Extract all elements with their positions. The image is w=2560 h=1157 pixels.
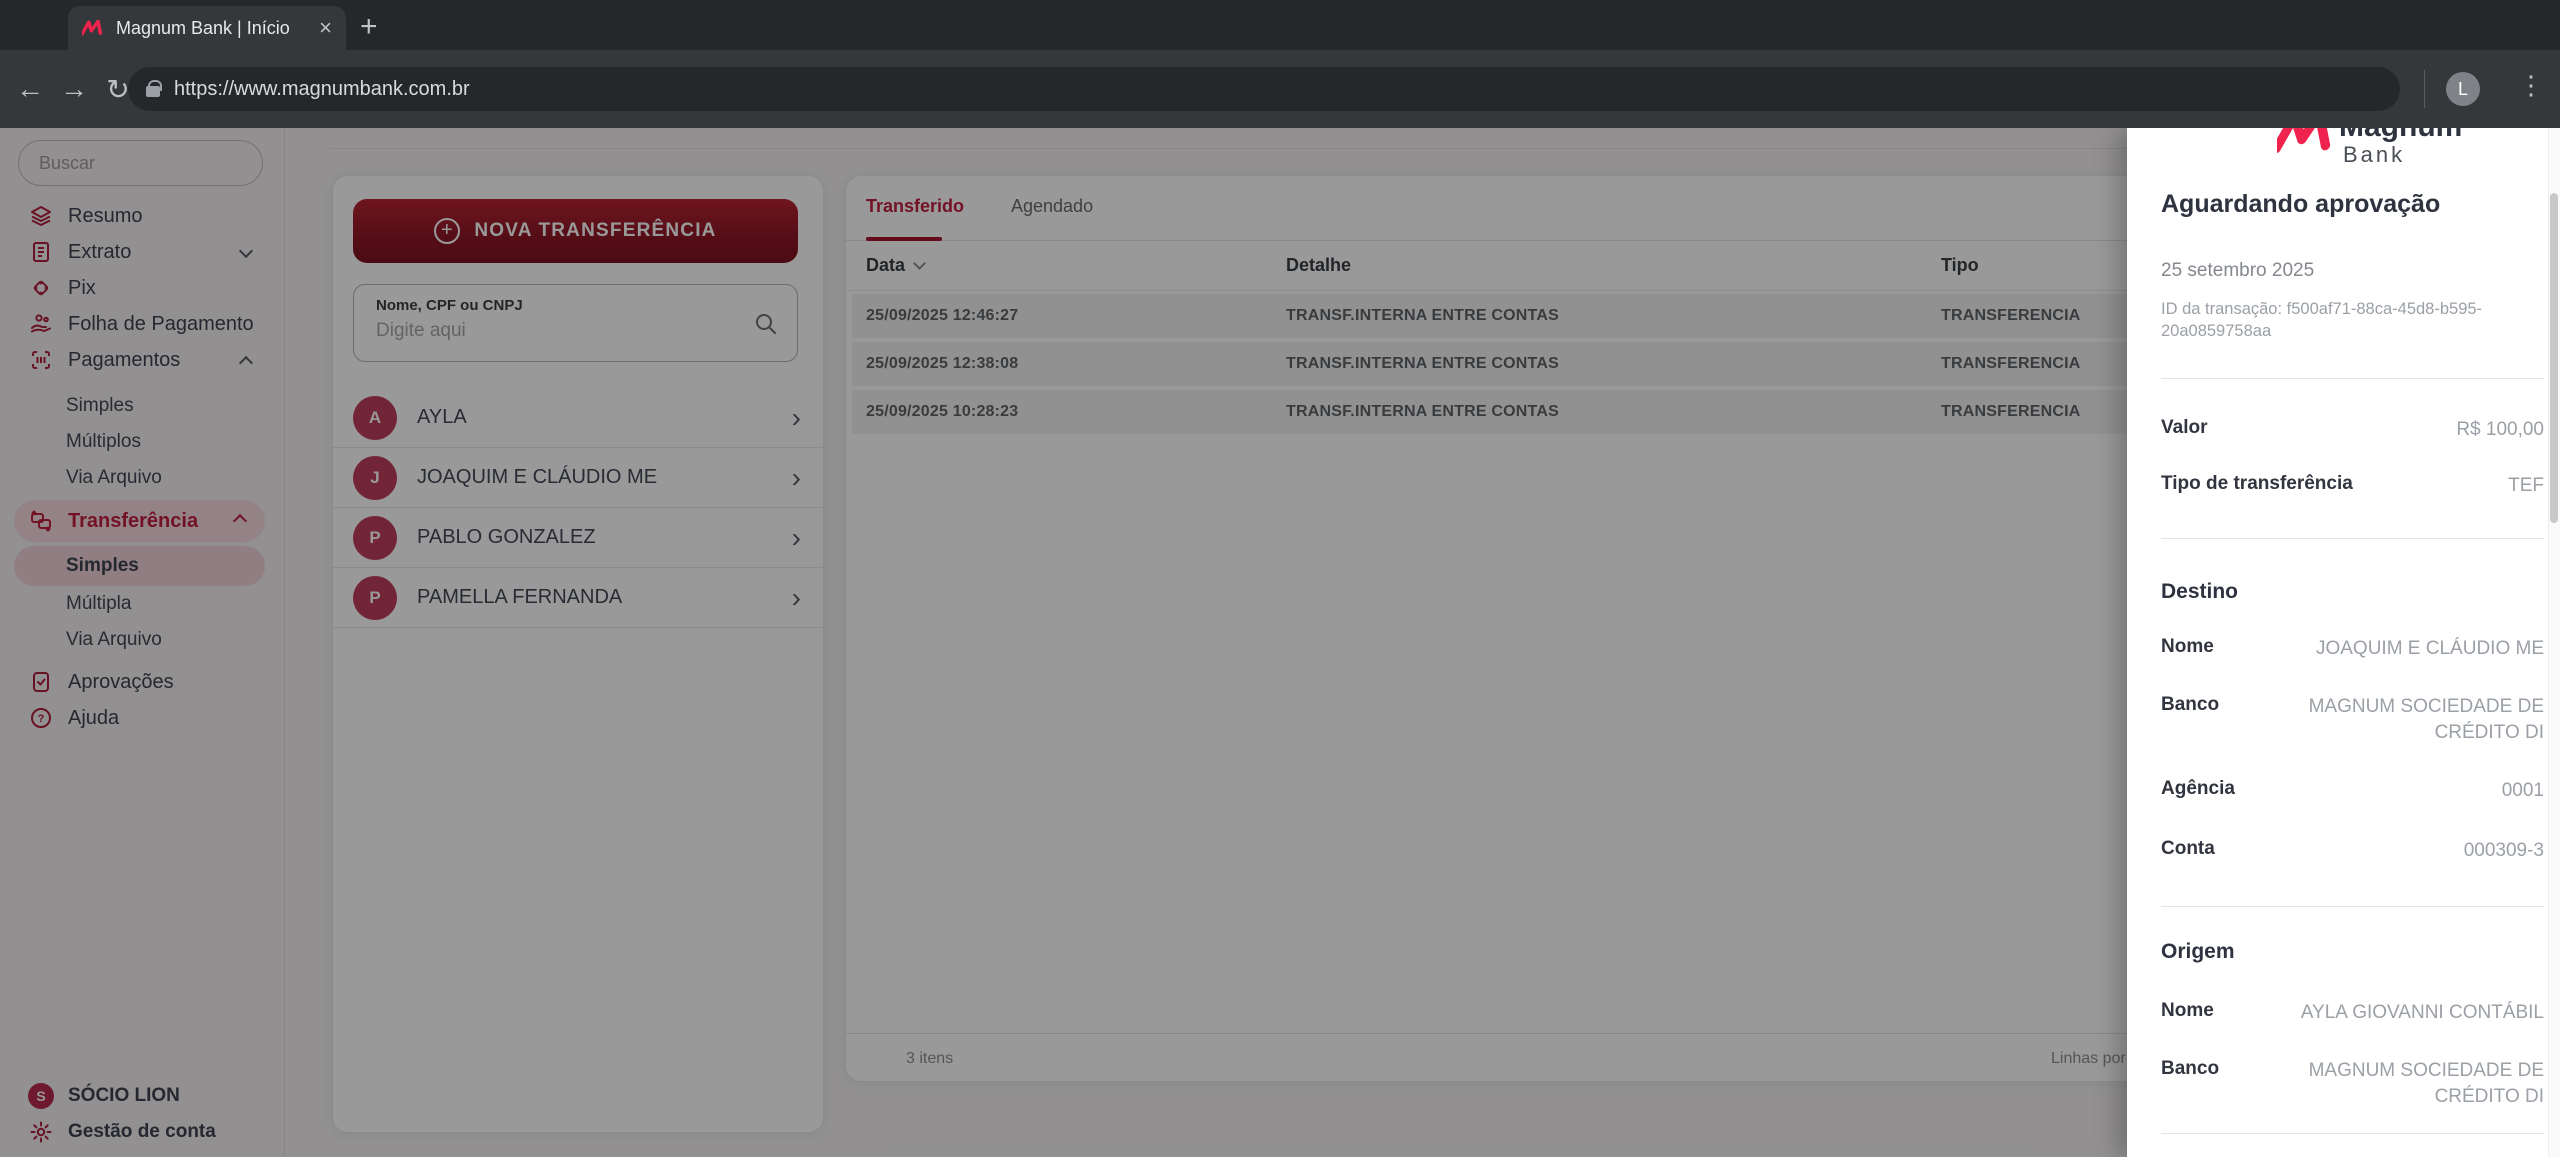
magnum-logo-icon [2277,128,2331,154]
destino-agencia: Agência 0001 [2161,778,2544,801]
app-viewport: Resumo Extrato Pix [0,128,2560,1157]
destino-banco: Banco MAGNUM SOCIEDADE DE CRÉDITO DI [2161,694,2544,743]
transaction-id: ID da transação: f500af71-88ca-45d8-b595… [2161,300,2483,340]
divider [2161,378,2544,379]
drawer-scrollbar-thumb[interactable] [2550,193,2558,523]
address-bar[interactable]: https://www.magnumbank.com.br [128,67,2400,111]
origem-heading: Origem [2161,940,2235,963]
tab-close-icon[interactable]: × [319,17,332,39]
back-icon[interactable]: ← [8,73,52,105]
browser-tab[interactable]: Magnum Bank | Início × [68,6,346,50]
origem-banco: Banco MAGNUM SOCIEDADE DE CRÉDITO DI [2161,1058,2544,1107]
logo-sub-text: Bank [2343,142,2406,167]
browser-menu-icon[interactable]: ⋮ [2518,70,2544,101]
url-text: https://www.magnumbank.com.br [174,77,470,100]
transaction-date: 25 setembro 2025 [2161,260,2315,281]
destino-heading: Destino [2161,580,2239,603]
lock-icon [146,80,162,97]
divider [2161,1133,2544,1134]
magnum-favicon-icon [82,20,103,36]
browser-profile-avatar[interactable]: L [2446,72,2480,106]
field-valor: Valor R$ 100,00 [2161,417,2544,440]
destino-conta: Conta 000309-3 [2161,838,2544,861]
browser-chrome: Magnum Bank | Início × + ← → ↻ https://w… [0,0,2560,128]
origem-nome: Nome AYLA GIOVANNI CONTÁBIL [2161,1000,2544,1023]
destino-nome: Nome JOAQUIM E CLÁUDIO ME [2161,636,2544,659]
toolbar-separator [2424,70,2425,108]
field-tipo-transferencia: Tipo de transferência TEF [2161,473,2544,496]
new-tab-icon[interactable]: + [360,10,378,44]
drawer-title: Aguardando aprovação [2161,190,2441,218]
divider [2161,538,2544,539]
forward-icon[interactable]: → [52,73,96,105]
tab-title: Magnum Bank | Início [116,17,290,38]
divider [2161,906,2544,907]
tab-strip: Magnum Bank | Início × + [0,0,2560,50]
approval-drawer: Magnum Bank Aguardando aprovação 25 sete… [2127,128,2560,1157]
drawer-scrollbar-track[interactable] [2548,128,2560,1157]
